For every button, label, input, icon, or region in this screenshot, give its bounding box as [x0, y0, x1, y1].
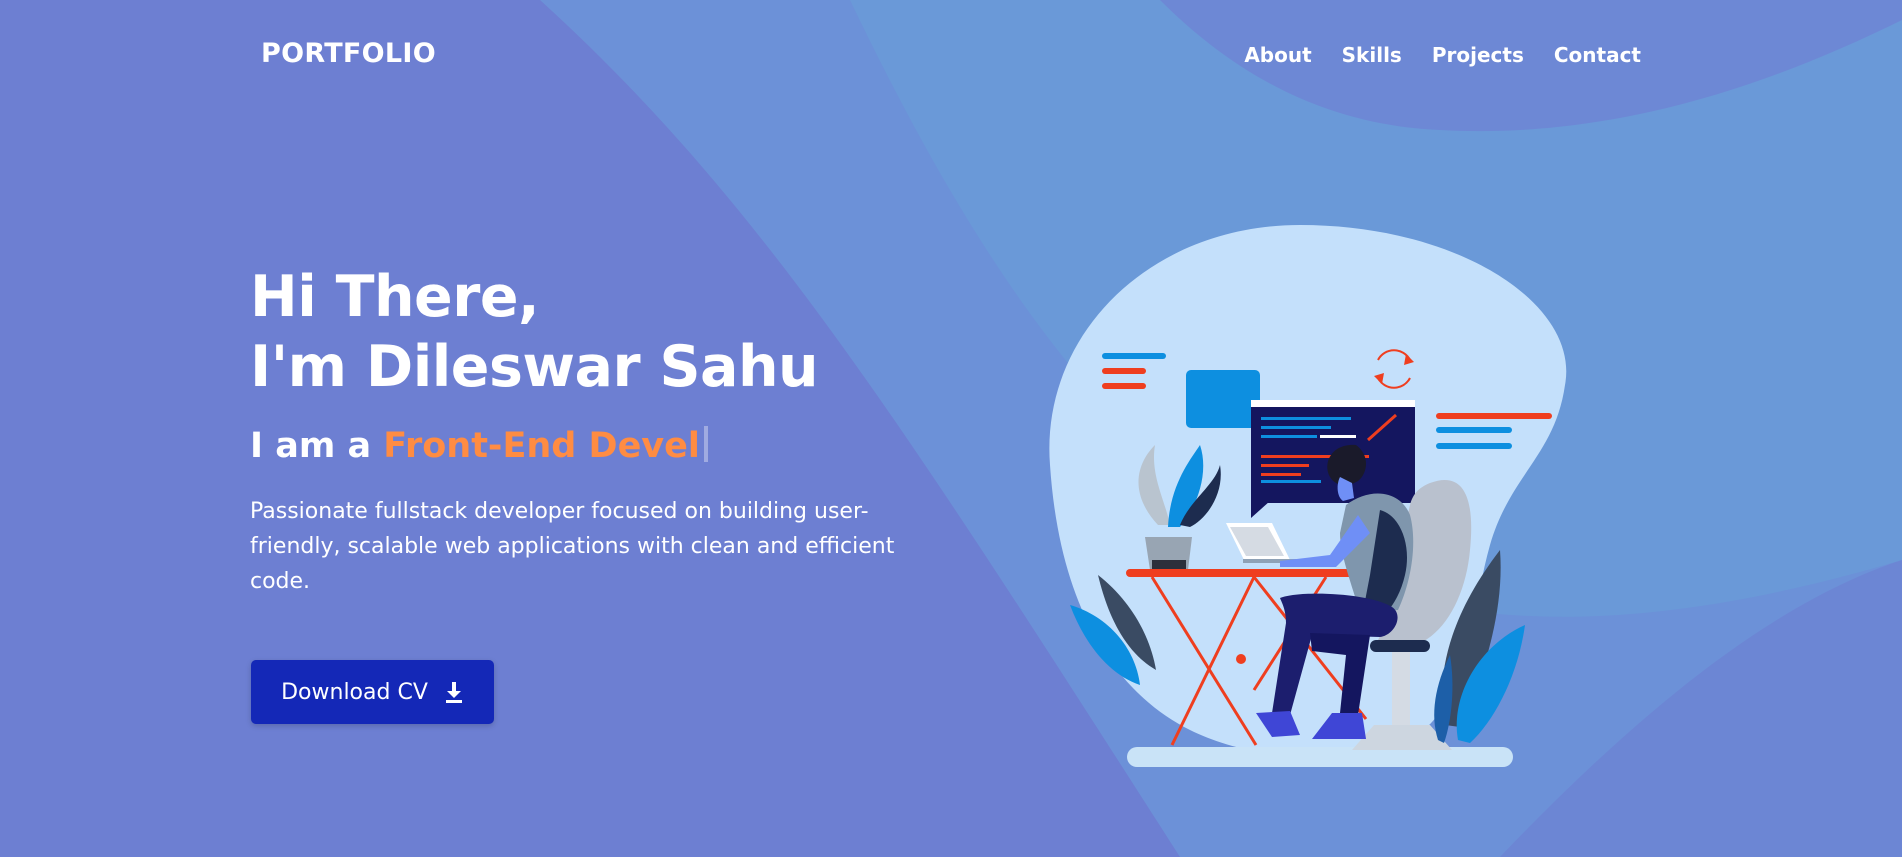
- nav-menu: About Skills Projects Contact: [1244, 43, 1641, 67]
- hero-description: Passionate fullstack developer focused o…: [250, 499, 895, 594]
- download-cv-button[interactable]: Download CV: [251, 660, 494, 724]
- role-prefix: I am a: [250, 426, 384, 466]
- nav-link-about[interactable]: About: [1244, 43, 1311, 67]
- hero-heading: Hi There, I'm Dileswar Sahu: [250, 262, 950, 402]
- nav-link-projects[interactable]: Projects: [1432, 43, 1524, 67]
- top-navigation: PORTFOLIO About Skills Projects Contact: [0, 0, 1902, 110]
- role-line: I am a Front-End Devel: [250, 424, 950, 468]
- hero-section: Hi There, I'm Dileswar Sahu I am a Front…: [250, 262, 950, 599]
- developer-at-desk-illustration: [1040, 215, 1600, 775]
- role-typed-text: Front-End Devel: [383, 426, 700, 466]
- hero-name: I'm Dileswar Sahu: [250, 334, 819, 400]
- download-cv-label: Download CV: [281, 679, 428, 705]
- download-icon: [444, 681, 464, 703]
- nav-link-skills[interactable]: Skills: [1342, 43, 1402, 67]
- hero-greeting: Hi There,: [250, 264, 540, 330]
- nav-link-contact[interactable]: Contact: [1554, 43, 1641, 67]
- logo[interactable]: PORTFOLIO: [261, 38, 436, 69]
- typing-cursor: [703, 426, 708, 462]
